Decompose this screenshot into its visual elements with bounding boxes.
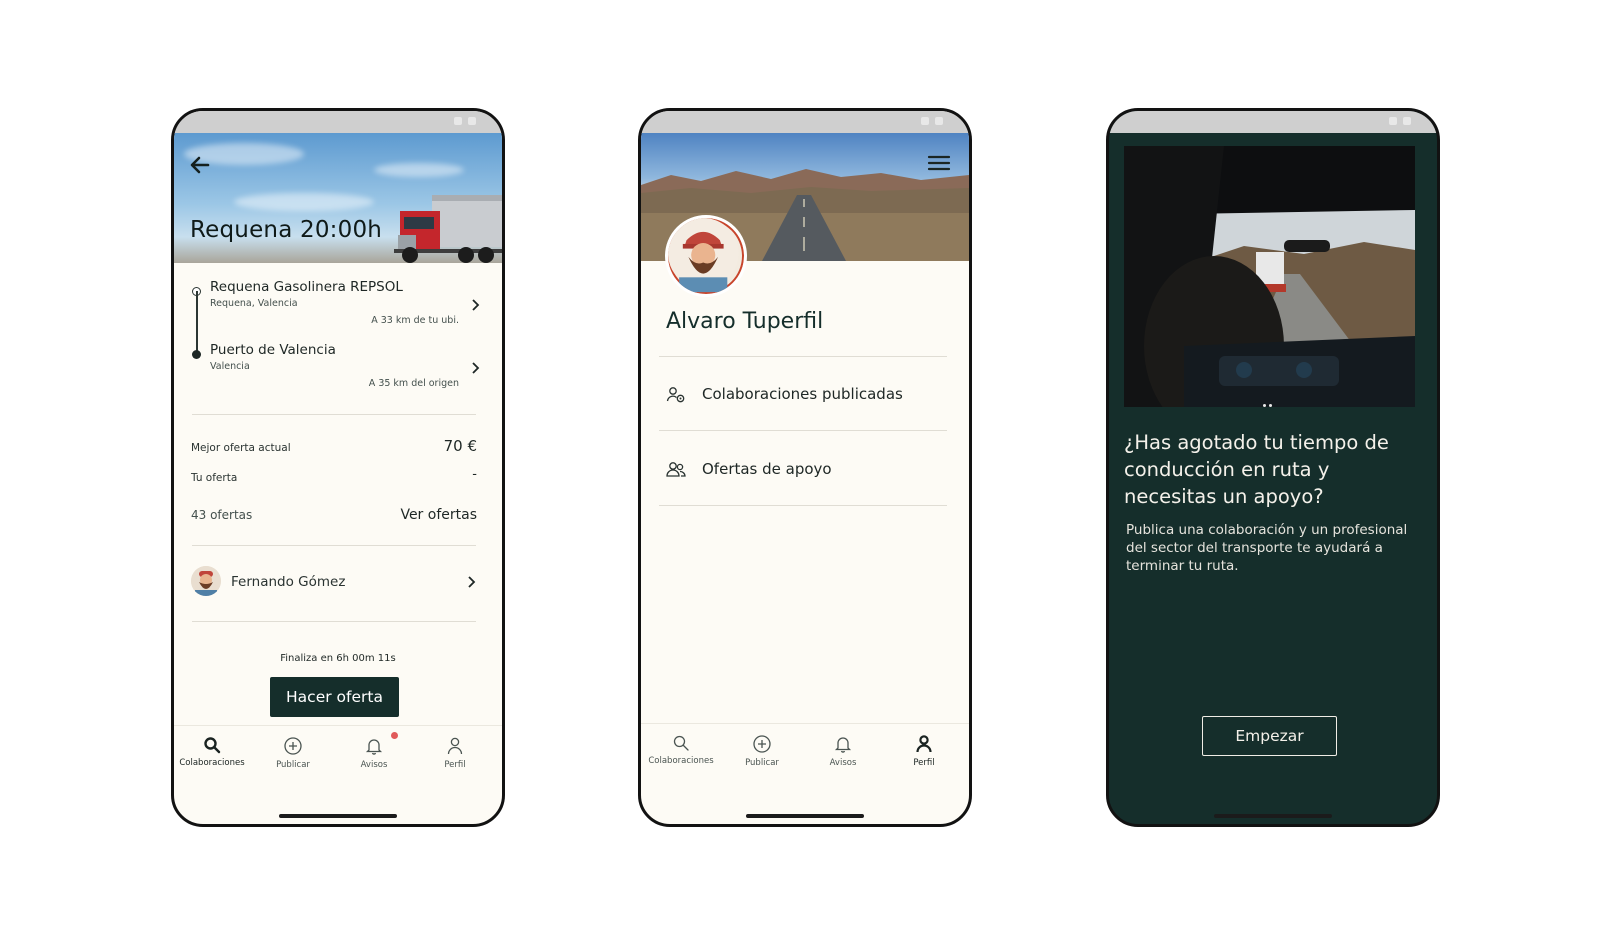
trip-title: Requena 20:00h <box>190 217 383 243</box>
origin-location: Requena, Valencia <box>210 298 298 309</box>
menu-item-label: Ofertas de apoyo <box>702 460 832 478</box>
search-icon <box>204 737 221 754</box>
tab-label: Perfil <box>444 760 466 770</box>
chevron-right-icon <box>472 299 480 311</box>
tab-perfil[interactable]: Perfil <box>415 736 495 770</box>
origin-name: Requena Gasolinera REPSOL <box>210 279 403 295</box>
users-icon <box>666 462 686 477</box>
divider <box>659 356 947 357</box>
tab-label: Publicar <box>276 760 310 770</box>
divider <box>659 430 947 431</box>
tab-label: Avisos <box>360 760 388 770</box>
carousel-dots <box>1262 392 1277 407</box>
status-bar <box>174 111 502 133</box>
user-icon <box>447 737 463 755</box>
chevron-right-icon <box>472 362 480 374</box>
chevron-right-icon <box>468 576 476 588</box>
tab-publicar[interactable]: Publicar <box>253 736 333 770</box>
tab-colaboraciones[interactable]: Colaboraciones <box>641 734 721 766</box>
users-settings-icon <box>666 387 685 403</box>
menu-item-label: Colaboraciones publicadas <box>702 385 903 403</box>
destination-location: Valencia <box>210 361 250 372</box>
profile-avatar <box>665 215 747 297</box>
tab-perfil[interactable]: Perfil <box>884 734 964 768</box>
menu-icon[interactable] <box>927 154 951 172</box>
search-icon <box>673 735 689 751</box>
ends-in-text: Finaliza en 6h 00m 11s <box>280 653 396 664</box>
tab-label: Colaboraciones <box>648 756 714 766</box>
profile-name: Alvaro Tuperfil <box>666 309 824 334</box>
user-row[interactable]: Fernando Gómez <box>191 566 481 600</box>
origin-distance: A 33 km de tu ubi. <box>371 315 459 326</box>
tab-avisos[interactable]: Avisos <box>803 734 883 768</box>
avatar <box>191 566 221 596</box>
bell-icon <box>834 737 852 753</box>
start-button[interactable]: Empezar <box>1202 716 1337 756</box>
tab-label: Avisos <box>829 758 857 768</box>
plus-circle-icon <box>753 735 771 753</box>
status-bar <box>1109 111 1437 133</box>
tab-avisos[interactable]: Avisos <box>334 732 414 770</box>
best-offer-label: Mejor oferta actual <box>191 442 291 454</box>
tab-label: Perfil <box>913 758 935 768</box>
tab-label: Publicar <box>745 758 779 768</box>
tab-bar: Colaboraciones Publicar Avisos Perfil <box>174 725 502 805</box>
divider <box>192 545 476 546</box>
tab-colaboraciones[interactable]: Colaboraciones <box>174 736 252 768</box>
home-indicator <box>1214 814 1332 818</box>
tab-bar: Colaboraciones Publicar Avisos Perfil <box>641 723 969 803</box>
destination-name: Puerto de Valencia <box>210 342 336 358</box>
trip-hero-image: Requena 20:00h <box>174 133 502 263</box>
onboarding-image <box>1124 146 1415 407</box>
home-indicator <box>746 814 864 818</box>
best-offer-value: 70 € <box>443 437 477 455</box>
bell-icon <box>365 739 383 755</box>
user-icon <box>916 735 932 753</box>
your-offer-label: Tu oferta <box>191 472 238 484</box>
home-indicator <box>279 814 397 818</box>
truck-image <box>394 195 502 263</box>
divider <box>192 621 476 622</box>
divider <box>192 414 476 415</box>
tab-label: Colaboraciones <box>179 758 245 768</box>
driving-scene-image <box>1124 146 1415 407</box>
divider <box>659 505 947 506</box>
make-offer-button[interactable]: Hacer oferta <box>270 677 399 717</box>
tab-publicar[interactable]: Publicar <box>722 734 802 768</box>
see-offers-link[interactable]: Ver ofertas <box>400 507 477 523</box>
user-name: Fernando Gómez <box>231 574 346 590</box>
your-offer-value: - <box>472 467 477 482</box>
plus-circle-icon <box>284 737 302 755</box>
status-bar <box>641 111 969 133</box>
notification-badge <box>391 732 398 739</box>
onboarding-title: ¿Has agotado tu tiempo de conducción en … <box>1124 431 1389 508</box>
phone-onboarding: ¿Has agotado tu tiempo de conducción en … <box>1106 108 1440 827</box>
back-arrow-icon[interactable] <box>188 153 212 177</box>
phone-trip-detail: Requena 20:00h Requena Gasolinera REPSOL… <box>171 108 505 827</box>
onboarding-description: Publica una colaboración y un profesiona… <box>1126 522 1408 574</box>
phone-profile: Alvaro Tuperfil Colaboraciones publicada… <box>638 108 972 827</box>
offers-count: 43 ofertas <box>191 508 253 522</box>
destination-distance: A 35 km del origen <box>368 378 459 389</box>
